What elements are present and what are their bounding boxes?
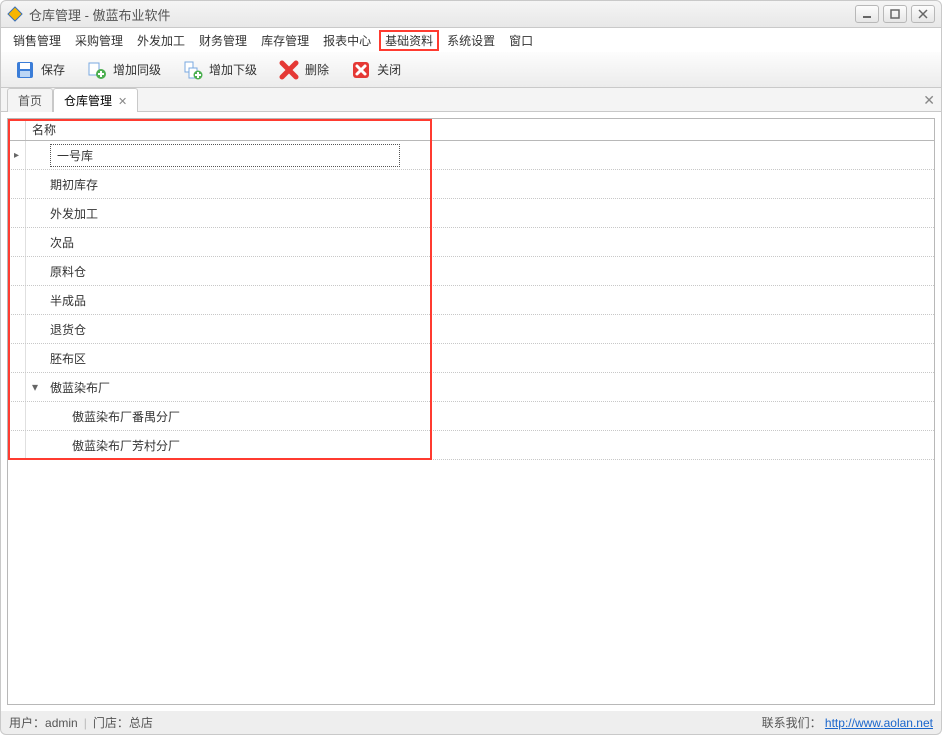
expander-icon[interactable]: ▾	[26, 373, 44, 401]
tree-row[interactable]: 退货仓	[8, 315, 934, 344]
expander-icon	[26, 141, 44, 169]
menu-settings[interactable]: 系统设置	[441, 30, 501, 51]
app-icon	[7, 6, 23, 22]
save-button[interactable]: 保存	[9, 56, 71, 84]
row-handle	[8, 315, 26, 343]
expander-icon	[26, 402, 44, 430]
tree-row[interactable]: 原料仓	[8, 257, 934, 286]
cell-name: 退货仓	[44, 321, 92, 338]
row-handle	[8, 402, 26, 430]
status-contact-label: 联系我们：	[762, 714, 822, 731]
grid-panel: 名称 ▸一号库期初库存外发加工次品原料仓半成品退货仓胚布区▾傲蓝染布厂傲蓝染布厂…	[7, 118, 935, 705]
tab-label: 仓库管理	[64, 94, 112, 108]
status-store-label: 门店：	[93, 714, 129, 731]
cell-name: 傲蓝染布厂芳村分厂	[44, 437, 186, 454]
cell-name: 次品	[44, 234, 80, 251]
cell-name: 胚布区	[44, 350, 92, 367]
close-panel-icon	[351, 60, 371, 80]
window-title: 仓库管理 - 傲蓝布业软件	[29, 5, 855, 24]
add-child-label: 增加下级	[209, 61, 257, 78]
row-handle: ▸	[8, 141, 26, 169]
add-sibling-icon	[87, 60, 107, 80]
expander-icon	[26, 228, 44, 256]
grid-body: ▸一号库期初库存外发加工次品原料仓半成品退货仓胚布区▾傲蓝染布厂傲蓝染布厂番禺分…	[8, 141, 934, 460]
column-header-name[interactable]: 名称	[26, 121, 62, 138]
tree-row[interactable]: 傲蓝染布厂芳村分厂	[8, 431, 934, 460]
tab-warehouse[interactable]: 仓库管理 ✕	[53, 88, 138, 112]
menu-bar: 销售管理 采购管理 外发加工 财务管理 库存管理 报表中心 基础资料 系统设置 …	[0, 28, 942, 52]
expander-icon	[26, 286, 44, 314]
add-sibling-button[interactable]: 增加同级	[81, 56, 167, 84]
add-child-icon	[183, 60, 203, 80]
expander-icon	[26, 315, 44, 343]
tree-row[interactable]: 外发加工	[8, 199, 934, 228]
tree-row[interactable]: 次品	[8, 228, 934, 257]
tab-label: 首页	[18, 94, 42, 108]
row-handle	[8, 199, 26, 227]
cell-name: 半成品	[44, 292, 92, 309]
tree-row[interactable]: 半成品	[8, 286, 934, 315]
main-area: 名称 ▸一号库期初库存外发加工次品原料仓半成品退货仓胚布区▾傲蓝染布厂傲蓝染布厂…	[0, 112, 942, 711]
tree-row[interactable]: ▸ 一号库	[8, 141, 934, 170]
tab-close-icon[interactable]: ✕	[118, 96, 127, 108]
cell-name: 一号库	[44, 144, 406, 167]
add-child-button[interactable]: 增加下级	[177, 56, 263, 84]
add-sibling-label: 增加同级	[113, 61, 161, 78]
tree-row[interactable]: 胚布区	[8, 344, 934, 373]
expander-icon	[26, 344, 44, 372]
toolbar: 保存 增加同级 增加下级 删除 关闭	[0, 52, 942, 88]
expander-icon	[26, 170, 44, 198]
tab-bar: 首页 仓库管理 ✕ ✕	[0, 88, 942, 112]
status-user-label: 用户：	[9, 714, 45, 731]
tree-row[interactable]: ▾傲蓝染布厂	[8, 373, 934, 402]
tree-row[interactable]: 期初库存	[8, 170, 934, 199]
row-handle	[8, 170, 26, 198]
menu-report[interactable]: 报表中心	[317, 30, 377, 51]
maximize-button[interactable]	[883, 5, 907, 23]
menu-purchase[interactable]: 采购管理	[69, 30, 129, 51]
menu-finance[interactable]: 财务管理	[193, 30, 253, 51]
status-separator: |	[84, 716, 87, 730]
row-handle	[8, 228, 26, 256]
grid-header-row: 名称	[8, 119, 934, 141]
row-handle-header	[8, 119, 26, 140]
cell-name: 傲蓝染布厂番禺分厂	[44, 408, 186, 425]
row-handle	[8, 286, 26, 314]
tabs-close-all-icon[interactable]: ✕	[923, 92, 935, 109]
row-handle	[8, 373, 26, 401]
status-bar: 用户： admin | 门店： 总店 联系我们： http://www.aola…	[0, 711, 942, 735]
menu-outsource[interactable]: 外发加工	[131, 30, 191, 51]
delete-label: 删除	[305, 61, 329, 78]
close-panel-button[interactable]: 关闭	[345, 56, 407, 84]
cell-name: 期初库存	[44, 176, 104, 193]
row-handle	[8, 344, 26, 372]
status-store: 总店	[129, 714, 153, 731]
menu-stock[interactable]: 库存管理	[255, 30, 315, 51]
close-button[interactable]	[911, 5, 935, 23]
menu-sales[interactable]: 销售管理	[7, 30, 67, 51]
tree-row[interactable]: 傲蓝染布厂番禺分厂	[8, 402, 934, 431]
status-user: admin	[45, 716, 78, 730]
status-link[interactable]: http://www.aolan.net	[825, 716, 933, 730]
expander-icon	[26, 431, 44, 459]
tab-home[interactable]: 首页	[7, 88, 53, 112]
delete-button[interactable]: 删除	[273, 56, 335, 84]
expander-icon	[26, 199, 44, 227]
delete-icon	[279, 60, 299, 80]
minimize-button[interactable]	[855, 5, 879, 23]
row-handle	[8, 257, 26, 285]
save-label: 保存	[41, 61, 65, 78]
menu-window[interactable]: 窗口	[503, 30, 539, 51]
cell-name: 傲蓝染布厂	[44, 379, 116, 396]
close-panel-label: 关闭	[377, 61, 401, 78]
save-icon	[15, 60, 35, 80]
menu-basedata[interactable]: 基础资料	[379, 30, 439, 51]
cell-name: 原料仓	[44, 263, 92, 280]
cell-name: 外发加工	[44, 205, 104, 222]
row-handle	[8, 431, 26, 459]
expander-icon	[26, 257, 44, 285]
title-bar: 仓库管理 - 傲蓝布业软件	[0, 0, 942, 28]
